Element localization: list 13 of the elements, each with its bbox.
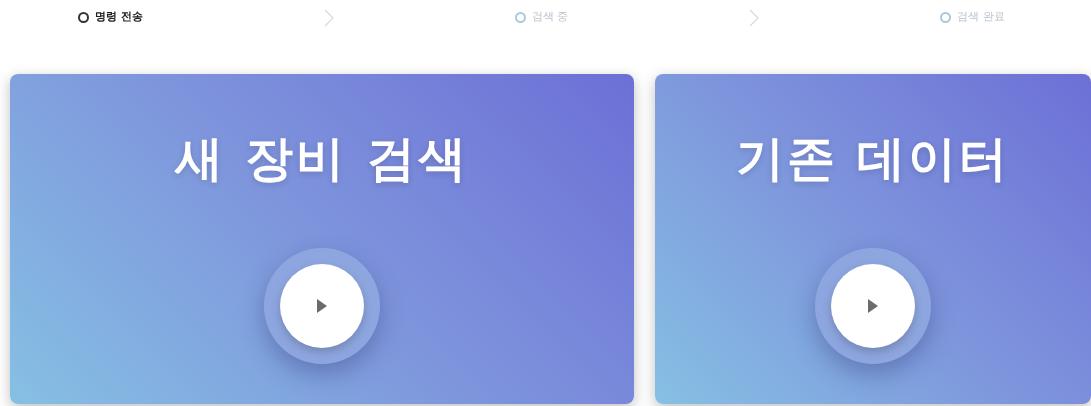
card-title: 기존 데이터	[735, 129, 1011, 188]
step: 검색 완료	[940, 8, 1005, 26]
chevron-icon	[323, 8, 334, 27]
chevron-icon	[749, 8, 760, 27]
play-icon	[316, 298, 328, 314]
card-title: 새 장비 검색	[174, 129, 470, 188]
play-button[interactable]	[831, 264, 915, 348]
card[interactable]: 기존 데이터	[655, 74, 1091, 404]
step: 명령 전송	[78, 8, 143, 26]
play-button[interactable]	[280, 264, 364, 348]
play-icon	[867, 298, 879, 314]
card[interactable]: 새 장비 검색	[10, 74, 634, 404]
step: 검색 중	[514, 8, 569, 26]
